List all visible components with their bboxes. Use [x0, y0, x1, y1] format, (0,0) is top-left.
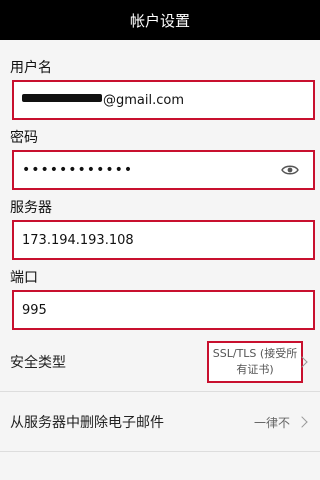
- delete-from-server-label: 从服务器中删除电子邮件: [10, 415, 164, 431]
- password-label: 密码: [10, 130, 38, 146]
- username-label: 用户名: [10, 60, 52, 76]
- divider: [0, 451, 320, 452]
- server-value: 173.194.193.108: [22, 232, 134, 248]
- username-value: @gmail.com: [103, 92, 185, 108]
- server-field[interactable]: 173.194.193.108: [12, 220, 315, 260]
- security-type-label: 安全类型: [10, 355, 66, 371]
- delete-from-server-value: 一律不: [253, 415, 290, 430]
- port-label: 端口: [10, 270, 38, 286]
- redacted-username: [22, 94, 102, 102]
- password-field[interactable]: ••••••••••••: [12, 150, 315, 190]
- security-type-value[interactable]: SSL/TLS (接受所 有证书): [207, 341, 303, 383]
- eye-icon[interactable]: [281, 163, 299, 177]
- server-label: 服务器: [10, 200, 52, 216]
- security-type-value-line1: SSL/TLS (接受所: [212, 347, 298, 360]
- port-field[interactable]: 995: [12, 290, 315, 330]
- divider: [0, 391, 320, 392]
- password-value: ••••••••••••: [22, 162, 134, 178]
- port-value: 995: [22, 302, 47, 318]
- username-field[interactable]: @gmail.com: [12, 80, 315, 120]
- page-title: 帐户设置: [129, 11, 190, 30]
- title-bar: 帐户设置: [0, 0, 320, 40]
- security-type-value-line2: 有证书): [236, 363, 274, 376]
- delete-from-server-row[interactable]: 从服务器中删除电子邮件 一律不: [0, 394, 320, 450]
